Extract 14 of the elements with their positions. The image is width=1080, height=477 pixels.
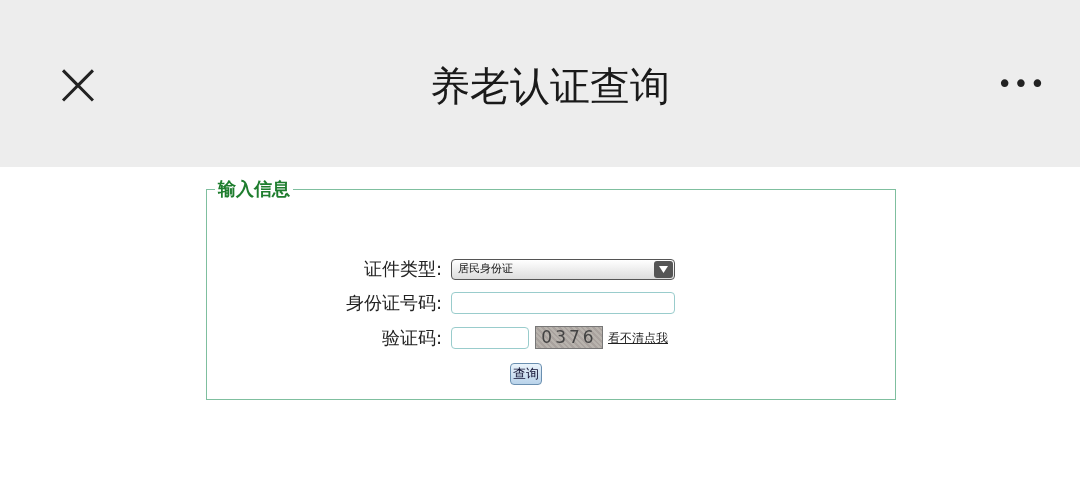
field-label: 身份证号码: xyxy=(344,292,443,314)
form-legend: 输入信息 xyxy=(215,179,293,199)
captcha-code: 0376 xyxy=(535,326,603,349)
query-button[interactable]: 查询 xyxy=(510,363,542,385)
caret-icon xyxy=(654,260,673,278)
field-label: 验证码: xyxy=(380,326,443,349)
page-title: 养老认证查询 xyxy=(430,61,671,111)
id-type-dropdown[interactable]: 居民身份证 xyxy=(451,258,675,280)
field-label: 证件类型: xyxy=(362,258,443,280)
refresh-captcha-link[interactable]: 看不清点我 xyxy=(608,328,668,347)
captcha-field[interactable] xyxy=(451,326,529,349)
close-icon[interactable]: × xyxy=(52,52,104,115)
id-number-field[interactable] xyxy=(451,292,675,314)
more-icon[interactable]: ••• xyxy=(997,70,1046,97)
